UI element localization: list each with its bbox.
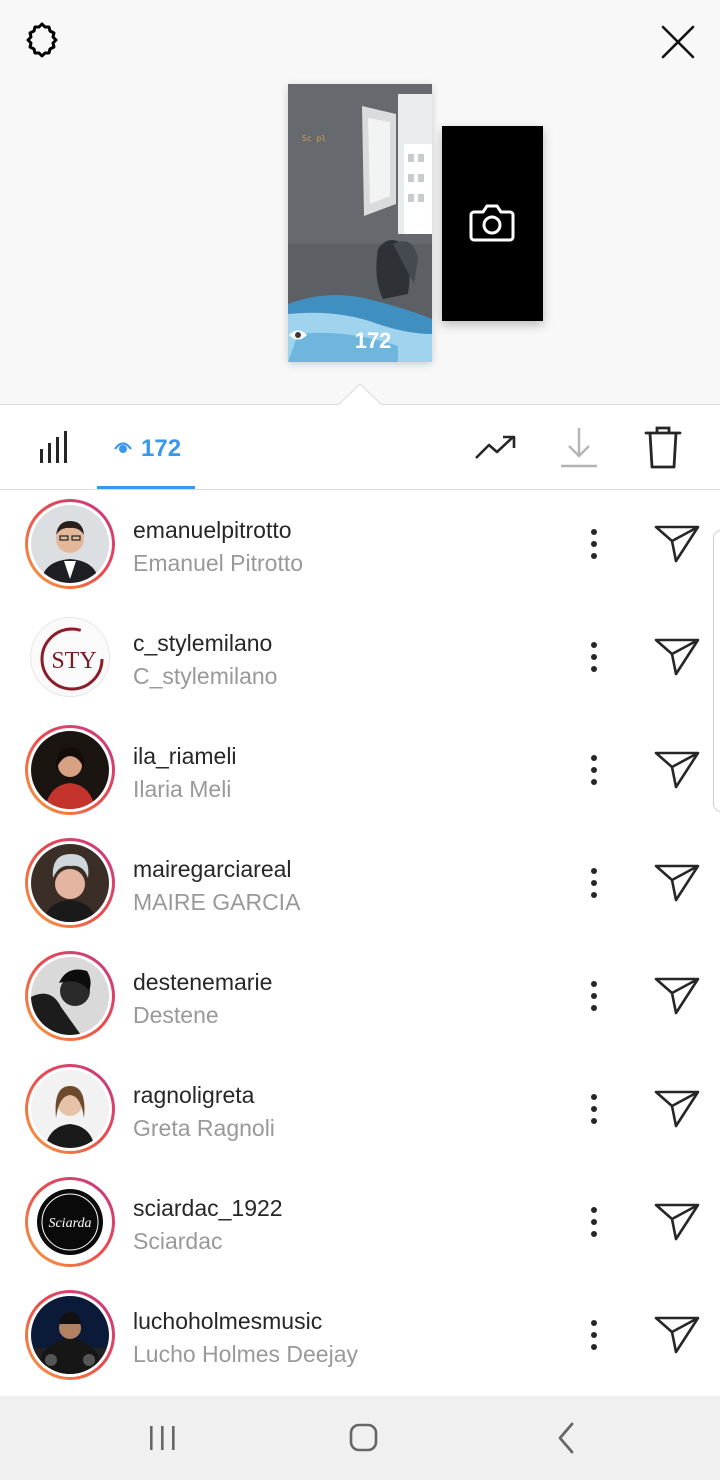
avatar[interactable] bbox=[25, 499, 115, 589]
recent-apps-icon[interactable] bbox=[132, 1416, 192, 1460]
viewer-full-name: Emanuel Pitrotto bbox=[133, 550, 304, 576]
avatar[interactable]: Sciarda bbox=[25, 1177, 115, 1267]
trending-up-icon bbox=[475, 435, 516, 459]
send-direct-icon[interactable] bbox=[652, 1312, 702, 1358]
viewer-username[interactable]: destenemarie bbox=[133, 969, 272, 996]
viewer-row: destenemarie Destene bbox=[0, 943, 720, 1056]
viewer-full-name: Sciardac bbox=[133, 1228, 223, 1254]
eye-icon bbox=[289, 330, 349, 349]
trash-icon bbox=[644, 426, 682, 469]
viewer-username[interactable]: c_stylemilano bbox=[133, 630, 272, 657]
story-preview-area: Sc pl 172 bbox=[0, 0, 720, 407]
eye-icon bbox=[114, 440, 132, 459]
viewers-count: 172 bbox=[141, 435, 182, 462]
viewer-row: emanuelpitrotto Emanuel Pitrotto bbox=[0, 491, 720, 604]
avatar[interactable] bbox=[25, 1290, 115, 1380]
system-navigation-bar bbox=[0, 1396, 720, 1480]
more-vertical-icon[interactable] bbox=[578, 1202, 610, 1242]
back-icon[interactable] bbox=[535, 1416, 595, 1460]
bar-chart-icon bbox=[40, 431, 67, 463]
avatar[interactable] bbox=[25, 838, 115, 928]
story-caption: Sc pl bbox=[302, 134, 327, 143]
story-viewers-screen: Sc pl 172 172 emanuelpitrotto Emanuel Pi… bbox=[0, 0, 720, 1480]
viewer-row: STY c_stylemilano C_stylemilano bbox=[0, 604, 720, 717]
more-vertical-icon[interactable] bbox=[578, 750, 610, 790]
viewer-full-name: Lucho Holmes Deejay bbox=[133, 1341, 359, 1367]
viewer-username[interactable]: emanuelpitrotto bbox=[133, 517, 292, 544]
viewer-username[interactable]: ila_riameli bbox=[133, 743, 237, 770]
avatar[interactable]: STY bbox=[25, 612, 115, 702]
avatar-text: STY bbox=[51, 648, 96, 674]
more-vertical-icon[interactable] bbox=[578, 863, 610, 903]
send-direct-icon[interactable] bbox=[652, 860, 702, 906]
viewer-username[interactable]: sciardac_1922 bbox=[133, 1195, 283, 1222]
viewer-full-name: C_stylemilano bbox=[133, 663, 278, 689]
viewer-row: mairegarciareal MAIRE GARCIA bbox=[0, 830, 720, 943]
avatar[interactable] bbox=[25, 1064, 115, 1154]
viewer-full-name: Greta Ragnoli bbox=[133, 1115, 275, 1141]
viewer-username[interactable]: mairegarciareal bbox=[133, 856, 292, 883]
more-vertical-icon[interactable] bbox=[578, 524, 610, 564]
more-vertical-icon[interactable] bbox=[578, 976, 610, 1016]
viewer-row: Sciarda sciardac_1922 Sciardac bbox=[0, 1169, 720, 1282]
settings-gear-icon[interactable] bbox=[20, 20, 64, 64]
send-direct-icon[interactable] bbox=[652, 1199, 702, 1245]
viewer-username[interactable]: ragnoligreta bbox=[133, 1082, 254, 1109]
story-thumbnail[interactable]: Sc pl 172 bbox=[288, 84, 432, 362]
send-direct-icon[interactable] bbox=[652, 1086, 702, 1132]
story-toolbar: 172 bbox=[0, 405, 720, 490]
viewer-full-name: Destene bbox=[133, 1002, 219, 1028]
delete-button[interactable] bbox=[636, 420, 690, 474]
trend-button[interactable] bbox=[469, 420, 523, 474]
home-icon[interactable] bbox=[333, 1416, 393, 1460]
add-to-story-camera-card[interactable] bbox=[442, 126, 543, 321]
send-direct-icon[interactable] bbox=[652, 747, 702, 793]
viewer-username[interactable]: luchoholmesmusic bbox=[133, 1308, 322, 1335]
story-photo bbox=[288, 84, 432, 362]
download-icon bbox=[561, 428, 597, 468]
viewer-row: luchoholmesmusic Lucho Holmes Deejay bbox=[0, 1282, 720, 1395]
send-direct-icon[interactable] bbox=[652, 973, 702, 1019]
more-vertical-icon[interactable] bbox=[578, 637, 610, 677]
viewer-list: emanuelpitrotto Emanuel Pitrotto STY c_s… bbox=[0, 491, 720, 1395]
story-view-count-value: 172 bbox=[354, 328, 392, 353]
more-vertical-icon[interactable] bbox=[578, 1315, 610, 1355]
tab-viewers[interactable]: 172 bbox=[97, 405, 195, 489]
selection-pointer bbox=[337, 383, 383, 407]
avatar[interactable] bbox=[25, 951, 115, 1041]
camera-icon bbox=[469, 204, 515, 242]
avatar[interactable] bbox=[25, 725, 115, 815]
viewer-row: ragnoligreta Greta Ragnoli bbox=[0, 1056, 720, 1169]
avatar-text: Sciarda bbox=[48, 1216, 91, 1231]
download-button[interactable] bbox=[552, 420, 606, 474]
send-direct-icon[interactable] bbox=[652, 634, 702, 680]
viewer-full-name: MAIRE GARCIA bbox=[133, 889, 301, 915]
more-vertical-icon[interactable] bbox=[578, 1089, 610, 1129]
tab-insights[interactable] bbox=[30, 425, 82, 471]
viewer-full-name: Ilaria Meli bbox=[133, 776, 232, 802]
send-direct-icon[interactable] bbox=[652, 521, 702, 567]
close-icon[interactable] bbox=[656, 20, 700, 64]
viewer-row: ila_riameli Ilaria Meli bbox=[0, 717, 720, 830]
story-view-count: 172 bbox=[288, 328, 432, 354]
